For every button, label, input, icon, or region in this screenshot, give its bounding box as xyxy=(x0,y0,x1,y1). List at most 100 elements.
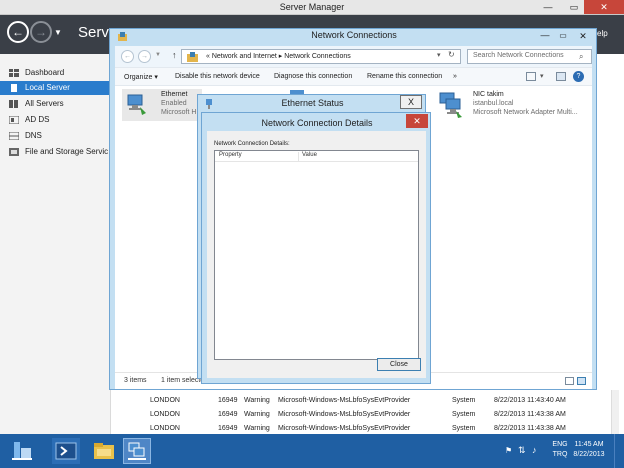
recent-locations-icon[interactable]: ▼ xyxy=(155,52,161,58)
chevron-down-icon[interactable]: ▾ xyxy=(437,51,441,59)
maximize-button[interactable]: ▭ xyxy=(554,29,572,43)
server-manager-start-icon xyxy=(12,442,32,460)
more-commands-button[interactable]: » xyxy=(453,73,457,80)
table-row[interactable]: LONDON 16949 Warning Microsoft-Windows-M… xyxy=(150,408,620,422)
preview-pane-icon[interactable] xyxy=(556,72,566,81)
close-button[interactable]: ✕ xyxy=(572,29,594,43)
sidebar-item-file-storage[interactable]: File and Storage Servic xyxy=(0,145,111,159)
search-icon[interactable]: ⌕ xyxy=(579,52,583,62)
forward-arrow-icon[interactable]: → xyxy=(138,50,151,63)
event-severity: Warning xyxy=(244,397,270,404)
close-button[interactable]: X xyxy=(400,95,422,109)
close-button[interactable]: ✕ xyxy=(584,0,624,14)
view-options-icon[interactable] xyxy=(526,72,536,81)
folder-icon xyxy=(94,443,114,459)
list-item[interactable]: NIC takim istanbul.local Microsoft Netwo… xyxy=(435,89,585,121)
clock-date: 8/22/2013 xyxy=(573,451,605,458)
storage-icon xyxy=(9,148,19,156)
details-list[interactable]: Property Value xyxy=(214,150,419,360)
search-placeholder: Search Network Connections xyxy=(473,52,564,59)
event-date: 8/22/2013 11:43:40 AM xyxy=(494,397,566,404)
minimize-button[interactable]: — xyxy=(536,29,554,43)
history-dropdown-icon[interactable]: ▼ xyxy=(54,28,62,37)
file-explorer-button[interactable] xyxy=(90,438,118,464)
rename-button[interactable]: Rename this connection xyxy=(367,73,442,80)
breadcrumb: « Network and Internet ▸ Network Connect… xyxy=(206,53,351,60)
help-menu[interactable]: elp xyxy=(597,29,608,38)
item-count: 3 items xyxy=(124,377,147,384)
show-desktop-button[interactable] xyxy=(614,434,624,468)
connection-adapter: Microsoft H xyxy=(161,109,197,116)
refresh-icon[interactable]: ↻ xyxy=(448,50,455,59)
address-bar-area: ← → ▼ ↑ « Network and Internet ▸ Network… xyxy=(115,46,592,67)
sidebar-item-label: All Servers xyxy=(25,99,64,108)
back-arrow-icon[interactable]: ← xyxy=(121,50,134,63)
connection-status: Enabled xyxy=(161,100,187,107)
close-button[interactable]: ✕ xyxy=(406,114,428,128)
sidebar-item-label: Dashboard xyxy=(25,68,65,77)
address-field[interactable]: « Network and Internet ▸ Network Connect… xyxy=(181,49,461,64)
sidebar-item-local-server[interactable]: Local Server xyxy=(0,81,111,95)
diagnose-button[interactable]: Diagnose this connection xyxy=(274,73,352,80)
sidebar-item-all-servers[interactable]: All Servers xyxy=(0,97,111,111)
powershell-button[interactable] xyxy=(52,438,80,464)
network-connections-taskbar-button[interactable] xyxy=(123,438,151,464)
sidebar-item-ad-ds[interactable]: AD DS xyxy=(0,113,111,127)
up-arrow-icon[interactable]: ↑ xyxy=(172,50,177,60)
clock-time: 11:45 AM xyxy=(574,441,604,448)
input-method: TRQ xyxy=(552,451,568,458)
sidebar-item-dashboard[interactable]: Dashboard xyxy=(0,66,111,80)
forward-arrow-icon[interactable]: → xyxy=(30,21,52,43)
network-tray-icon[interactable]: ⇅ xyxy=(518,445,526,456)
chevron-down-icon[interactable]: ▾ xyxy=(540,72,544,80)
close-dialog-button[interactable]: Close xyxy=(377,358,421,371)
table-row[interactable]: LONDON 16949 Warning Microsoft-Windows-M… xyxy=(150,394,620,408)
details-view-icon[interactable] xyxy=(565,377,574,385)
event-source: Microsoft-Windows-MsLbfoSysEvtProvider xyxy=(278,411,411,418)
search-input[interactable]: Search Network Connections ⌕ xyxy=(467,49,592,64)
details-label: Network Connection Details: xyxy=(214,141,290,147)
dialog-body: Network Connection Details: Property Val… xyxy=(207,131,426,378)
clock[interactable]: 11:45 AM 8/22/2013 xyxy=(569,440,609,460)
flag-icon[interactable]: ⚑ xyxy=(505,446,512,455)
back-arrow-icon[interactable]: ← xyxy=(7,21,29,43)
column-header-property[interactable]: Property xyxy=(219,152,299,162)
connection-name: Ethernet xyxy=(161,91,188,98)
network-connections-icon xyxy=(128,442,146,460)
list-header: Property Value xyxy=(215,151,418,162)
dialog-title: Network Connection Details xyxy=(261,118,373,128)
command-bar: Organize ▾ Disable this network device D… xyxy=(115,67,592,86)
help-icon[interactable]: ? xyxy=(573,71,584,82)
event-date: 8/22/2013 11:43:38 AM xyxy=(494,411,566,418)
directory-icon xyxy=(9,116,19,124)
organize-menu[interactable]: Organize ▾ xyxy=(124,73,158,81)
server-manager-title: Server Manager xyxy=(279,2,345,12)
sidebar-item-dns[interactable]: DNS xyxy=(0,129,111,143)
disable-device-button[interactable]: Disable this network device xyxy=(175,73,260,80)
volume-icon[interactable]: ♪ xyxy=(532,445,537,455)
event-log: System xyxy=(452,411,476,418)
network-adapter-icon xyxy=(127,94,146,115)
server-icon xyxy=(11,84,17,92)
events-scrollbar[interactable] xyxy=(611,390,619,434)
network-adapter-icon xyxy=(439,92,462,118)
sidebar-item-label: DNS xyxy=(25,131,42,140)
connection-status: istanbul.local xyxy=(473,100,514,107)
powershell-icon xyxy=(55,442,77,460)
event-id: 16949 xyxy=(218,411,238,418)
list-item[interactable]: Ethernet Enabled Microsoft H xyxy=(122,89,202,121)
event-severity: Warning xyxy=(244,411,270,418)
minimize-button[interactable]: — xyxy=(535,0,561,14)
network-connection-details-dialog: Network Connection Details ✕ Network Con… xyxy=(201,112,431,384)
servers-icon xyxy=(9,100,18,108)
input-language-indicator[interactable]: ENG TRQ xyxy=(550,440,570,460)
event-source: Microsoft-Windows-MsLbfoSysEvtProvider xyxy=(278,397,411,404)
event-server: LONDON xyxy=(150,411,180,418)
column-header-value[interactable]: Value xyxy=(302,152,317,162)
sidebar-item-label: Local Server xyxy=(25,83,70,92)
sidebar xyxy=(0,54,111,434)
taskbar: ⚑ ⇅ ♪ ENG TRQ 11:45 AM 8/22/2013 xyxy=(0,434,624,468)
large-icons-view-icon[interactable] xyxy=(577,377,586,385)
start-button[interactable] xyxy=(8,438,36,464)
event-id: 16949 xyxy=(218,397,238,404)
